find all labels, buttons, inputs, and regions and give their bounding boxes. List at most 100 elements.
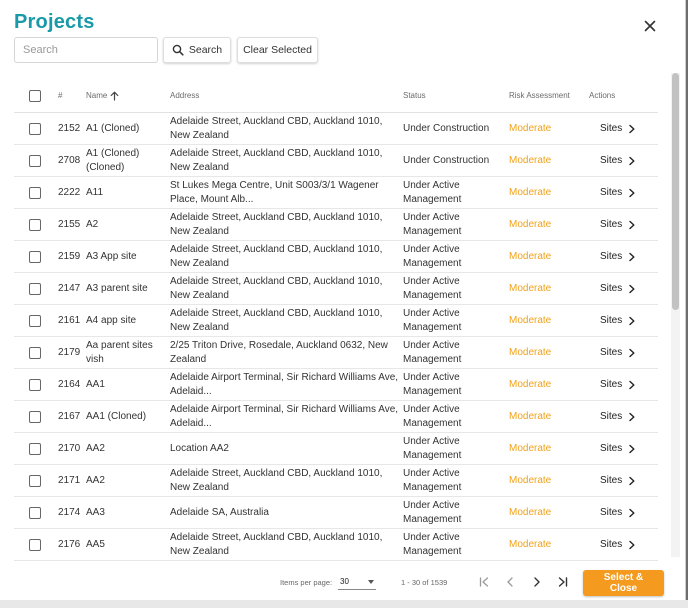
chevron-right-icon (629, 284, 635, 293)
sites-button[interactable]: Sites (600, 250, 636, 264)
row-checkbox[interactable] (29, 314, 41, 327)
pagination-footer: Items per page: 30 1 - 30 of 1539 Select… (0, 568, 685, 598)
row-number: 2176 (58, 538, 81, 550)
row-name: A11 (86, 186, 104, 198)
row-address: Adelaide Street, Auckland CBD, Auckland … (170, 115, 383, 141)
row-checkbox[interactable] (29, 378, 41, 391)
table-row[interactable]: 2164 AA1 Adelaide Airport Terminal, Sir Ri… (14, 369, 658, 401)
table-row[interactable]: 2161 A4 app site Adelaide Street, Auckland… (14, 305, 658, 337)
row-checkbox[interactable] (29, 410, 41, 423)
row-checkbox[interactable] (29, 506, 41, 519)
table-row[interactable]: 2174 AA3 Adelaide SA, Australia Under Activ… (14, 497, 658, 529)
table-row[interactable]: 2708 A1 (Cloned) (Cloned) Adelaide Street,… (14, 145, 658, 177)
sites-button[interactable]: Sites (600, 154, 636, 168)
table-row[interactable]: 2159 A3 App site Adelaide Street, Auckland… (14, 241, 658, 273)
row-number: 2222 (58, 186, 81, 198)
row-name: AA2 (86, 442, 105, 454)
row-name: A4 app site (86, 314, 137, 326)
previous-page-icon[interactable] (502, 574, 518, 590)
row-number: 2147 (58, 282, 81, 294)
sites-button[interactable]: Sites (600, 346, 636, 360)
sites-button[interactable]: Sites (600, 442, 636, 456)
table-row[interactable]: 2171 AA2 Adelaide Street, Auckland CBD, Au… (14, 465, 658, 497)
row-risk: Moderate (509, 410, 552, 422)
close-icon[interactable] (641, 17, 659, 35)
row-address: Adelaide SA, Australia (170, 506, 269, 518)
first-page-icon[interactable] (476, 574, 492, 590)
chevron-right-icon (629, 252, 635, 261)
row-checkbox[interactable] (29, 154, 41, 167)
clear-selected-button[interactable]: Clear Selected (237, 37, 318, 63)
sites-label: Sites (600, 218, 623, 230)
row-status: Under Construction (403, 122, 490, 134)
row-checkbox[interactable] (29, 474, 41, 487)
sites-button[interactable]: Sites (600, 122, 636, 136)
row-status: Under Active Management (403, 403, 462, 429)
row-checkbox[interactable] (29, 186, 41, 199)
row-number: 2164 (58, 378, 81, 390)
table-header: # Name Address Status Risk Assessment Ac… (14, 80, 658, 113)
select-and-close-button[interactable]: Select & Close (583, 570, 664, 596)
sites-button[interactable]: Sites (600, 186, 636, 200)
sites-button[interactable]: Sites (600, 506, 636, 520)
chevron-right-icon (629, 540, 635, 549)
scrollbar[interactable] (671, 73, 680, 557)
table-row[interactable]: 2152 A1 (Cloned) Adelaide Street, Auckland… (14, 113, 658, 145)
row-risk: Moderate (509, 538, 552, 550)
chevron-right-icon (629, 380, 635, 389)
next-page-icon[interactable] (529, 574, 545, 590)
row-checkbox[interactable] (29, 218, 41, 231)
row-checkbox[interactable] (29, 538, 41, 551)
row-address: Location AA2 (170, 442, 229, 454)
row-status: Under Active Management (403, 179, 462, 205)
column-header-name[interactable]: Name (86, 80, 170, 112)
row-number: 2708 (58, 154, 81, 166)
sites-button[interactable]: Sites (600, 538, 636, 552)
sites-button[interactable]: Sites (600, 378, 636, 392)
scrollbar-thumb[interactable] (672, 73, 679, 310)
table-row[interactable]: 2179 Aa parent sites vish 2/25 Triton Driv… (14, 337, 658, 369)
table-row[interactable]: 2176 AA5 Adelaide Street, Auckland CBD, Au… (14, 529, 658, 561)
column-header-name-label: Name (86, 91, 108, 100)
row-risk: Moderate (509, 314, 552, 326)
row-checkbox[interactable] (29, 282, 41, 295)
sites-button[interactable]: Sites (600, 314, 636, 328)
chevron-right-icon (629, 412, 635, 421)
table-row[interactable]: 2147 A3 parent site Adelaide Street, Auckl… (14, 273, 658, 305)
projects-table: # Name Address Status Risk Assessment Ac… (14, 80, 658, 561)
row-number: 2161 (58, 314, 81, 326)
row-status: Under Active Management (403, 339, 462, 365)
row-risk: Moderate (509, 154, 552, 166)
sites-label: Sites (600, 410, 623, 422)
row-address: Adelaide Street, Auckland CBD, Auckland … (170, 531, 383, 557)
row-address: Adelaide Airport Terminal, Sir Richard W… (170, 371, 399, 397)
row-risk: Moderate (509, 186, 552, 198)
row-checkbox[interactable] (29, 250, 41, 263)
row-name: AA3 (86, 506, 105, 518)
chevron-right-icon (629, 476, 635, 485)
row-status: Under Active Management (403, 243, 462, 269)
row-checkbox[interactable] (29, 442, 41, 455)
row-status: Under Active Management (403, 275, 462, 301)
table-row[interactable]: 2170 AA2 Location AA2 Under Active Manageme… (14, 433, 658, 465)
items-per-page-select[interactable]: 30 (338, 574, 376, 590)
search-button[interactable]: Search (163, 37, 231, 63)
row-address: Adelaide Street, Auckland CBD, Auckland … (170, 147, 383, 173)
search-input[interactable] (14, 37, 158, 63)
select-all-checkbox[interactable] (29, 90, 41, 102)
sites-button[interactable]: Sites (600, 282, 636, 296)
sites-label: Sites (600, 378, 623, 390)
table-row[interactable]: 2155 A2 Adelaide Street, Auckland CBD, Auc… (14, 209, 658, 241)
row-name: Aa parent sites vish (86, 339, 153, 365)
last-page-icon[interactable] (555, 574, 571, 590)
sites-button[interactable]: Sites (600, 218, 636, 232)
table-row[interactable]: 2167 AA1 (Cloned) Adelaide Airport Termina… (14, 401, 658, 433)
row-checkbox[interactable] (29, 122, 41, 135)
row-checkbox[interactable] (29, 346, 41, 359)
row-address: Adelaide Street, Auckland CBD, Auckland … (170, 243, 383, 269)
row-address: Adelaide Street, Auckland CBD, Auckland … (170, 307, 383, 333)
row-address: Adelaide Airport Terminal, Sir Richard W… (170, 403, 399, 429)
sites-button[interactable]: Sites (600, 410, 636, 424)
table-row[interactable]: 2222 A11 St Lukes Mega Centre, Unit S003/3… (14, 177, 658, 209)
sites-button[interactable]: Sites (600, 474, 636, 488)
